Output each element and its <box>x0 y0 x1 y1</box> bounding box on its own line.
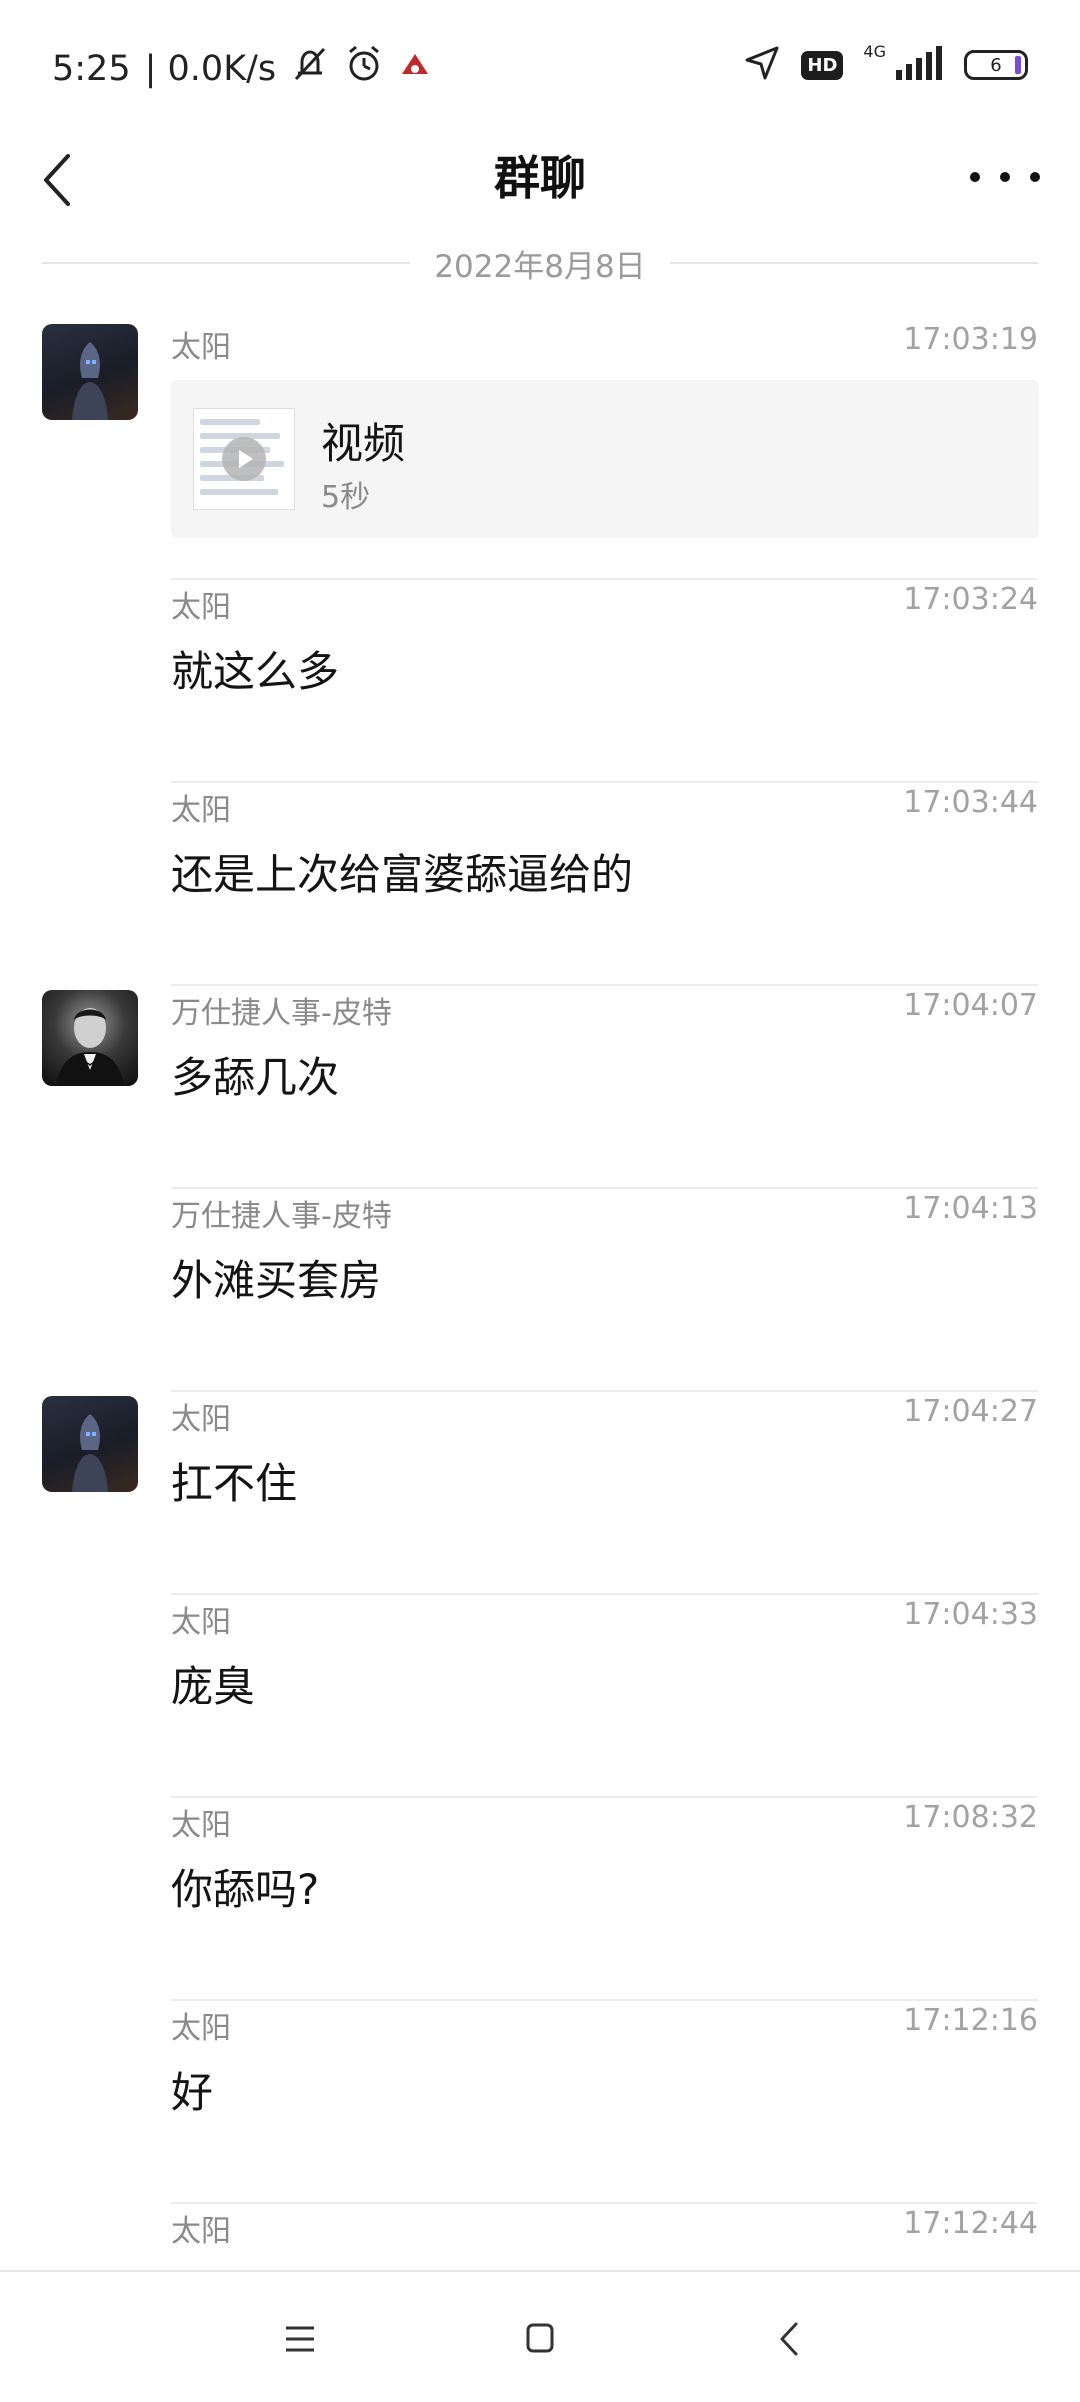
network-type: 4G <box>863 41 886 61</box>
page-title: 群聊 <box>494 151 586 205</box>
video-duration: 5秒 <box>321 480 371 515</box>
system-back-button[interactable] <box>760 2314 820 2364</box>
more-button[interactable] <box>970 152 1040 202</box>
message-text: 好 <box>171 2068 214 2117</box>
message-item[interactable]: 太阳 17:03:24 就这么多 <box>0 580 1080 783</box>
date-divider: 2022年8月8日 <box>42 238 1038 288</box>
play-icon <box>222 437 266 481</box>
more-icon-dot-3 <box>1030 172 1040 182</box>
message-item[interactable]: 太阳 17:08:32 你舔吗? <box>0 1798 1080 2001</box>
sender-name: 太阳 <box>171 590 231 625</box>
message-item[interactable]: 万仕捷人事-皮特 17:04:13 外滩买套房 <box>0 1189 1080 1392</box>
back-icon <box>780 2322 798 2356</box>
message-item[interactable]: 太阳 17:03:19 视频 5秒 <box>0 320 1080 580</box>
message-item[interactable]: 太阳 17:03:44 还是上次给富婆舔逼给的 <box>0 783 1080 986</box>
message-time: 17:04:33 <box>903 1597 1038 1632</box>
message-item[interactable]: 太阳 17:04:33 庞臭 <box>0 1595 1080 1798</box>
message-text: 扛不住 <box>171 1459 298 1508</box>
message-time: 17:03:44 <box>903 785 1038 820</box>
message-time: 17:04:27 <box>903 1394 1038 1429</box>
home-icon <box>526 2323 554 2353</box>
menu-icon <box>286 2326 314 2352</box>
message-time: 17:04:13 <box>903 1191 1038 1226</box>
sender-name: 太阳 <box>171 1808 231 1843</box>
sender-name: 万仕捷人事-皮特 <box>171 1199 392 1234</box>
avatar[interactable] <box>42 990 138 1086</box>
message-time: 17:08:32 <box>903 1800 1038 1835</box>
more-icon-dot-2 <box>1000 172 1010 182</box>
signal-icon <box>894 46 944 84</box>
battery-icon: 6 <box>964 50 1028 80</box>
message-item[interactable]: 太阳 17:12:44 <box>0 2204 1080 2270</box>
video-thumbnail <box>193 408 295 510</box>
home-button[interactable] <box>510 2314 570 2364</box>
message-text: 多舔几次 <box>171 1053 340 1102</box>
sender-name: 太阳 <box>171 793 231 828</box>
message-item[interactable]: 太阳 17:04:27 扛不住 <box>0 1392 1080 1595</box>
sender-name: 太阳 <box>171 2214 231 2249</box>
title-bar: 群聊 <box>0 130 1080 240</box>
status-speed: | 0.0K/s <box>144 48 277 89</box>
message-time: 17:12:16 <box>903 2003 1038 2038</box>
status-right: HD 4G 6 <box>743 41 1028 86</box>
app-notification-icon <box>398 49 432 89</box>
status-bar: 5:25 | 0.0K/s HD 4G 6 <box>0 0 1080 130</box>
more-icon-dot-1 <box>970 172 980 182</box>
message-text: 还是上次给富婆舔逼给的 <box>171 850 634 899</box>
message-text: 你舔吗? <box>171 1865 320 1914</box>
sender-name: 太阳 <box>171 1605 231 1640</box>
system-navigation-bar <box>0 2270 1080 2402</box>
sender-name: 太阳 <box>171 1402 231 1437</box>
date-divider-text: 2022年8月8日 <box>434 248 646 285</box>
avatar[interactable] <box>42 324 138 420</box>
location-arrow-icon <box>743 44 781 86</box>
video-title: 视频 <box>321 419 406 468</box>
avatar[interactable] <box>42 1396 138 1492</box>
battery-level: 6 <box>990 54 1002 76</box>
recent-apps-button[interactable] <box>270 2314 330 2364</box>
mute-bell-icon <box>290 45 330 92</box>
message-time: 17:03:24 <box>903 582 1038 617</box>
alarm-icon <box>344 44 384 93</box>
status-left: 5:25 | 0.0K/s <box>52 44 432 93</box>
sender-name: 太阳 <box>171 330 231 365</box>
message-text: 外滩买套房 <box>171 1256 382 1305</box>
message-text: 庞臭 <box>171 1662 256 1711</box>
sender-name: 太阳 <box>171 2011 231 2046</box>
message-list[interactable]: 太阳 17:03:19 视频 5秒 太阳 17:03:24 就这么多 太阳 17… <box>0 320 1080 2270</box>
message-item[interactable]: 太阳 17:12:16 好 <box>0 2001 1080 2204</box>
message-item[interactable]: 万仕捷人事-皮特 17:04:07 多舔几次 <box>0 986 1080 1189</box>
video-message-card[interactable]: 视频 5秒 <box>171 380 1039 538</box>
sender-name: 万仕捷人事-皮特 <box>171 996 392 1031</box>
message-time: 17:04:07 <box>903 988 1038 1023</box>
message-time: 17:12:44 <box>903 2206 1038 2241</box>
message-time: 17:03:19 <box>903 322 1038 357</box>
status-time: 5:25 <box>52 48 131 89</box>
hd-badge: HD <box>801 50 844 80</box>
message-text: 就这么多 <box>171 647 340 696</box>
